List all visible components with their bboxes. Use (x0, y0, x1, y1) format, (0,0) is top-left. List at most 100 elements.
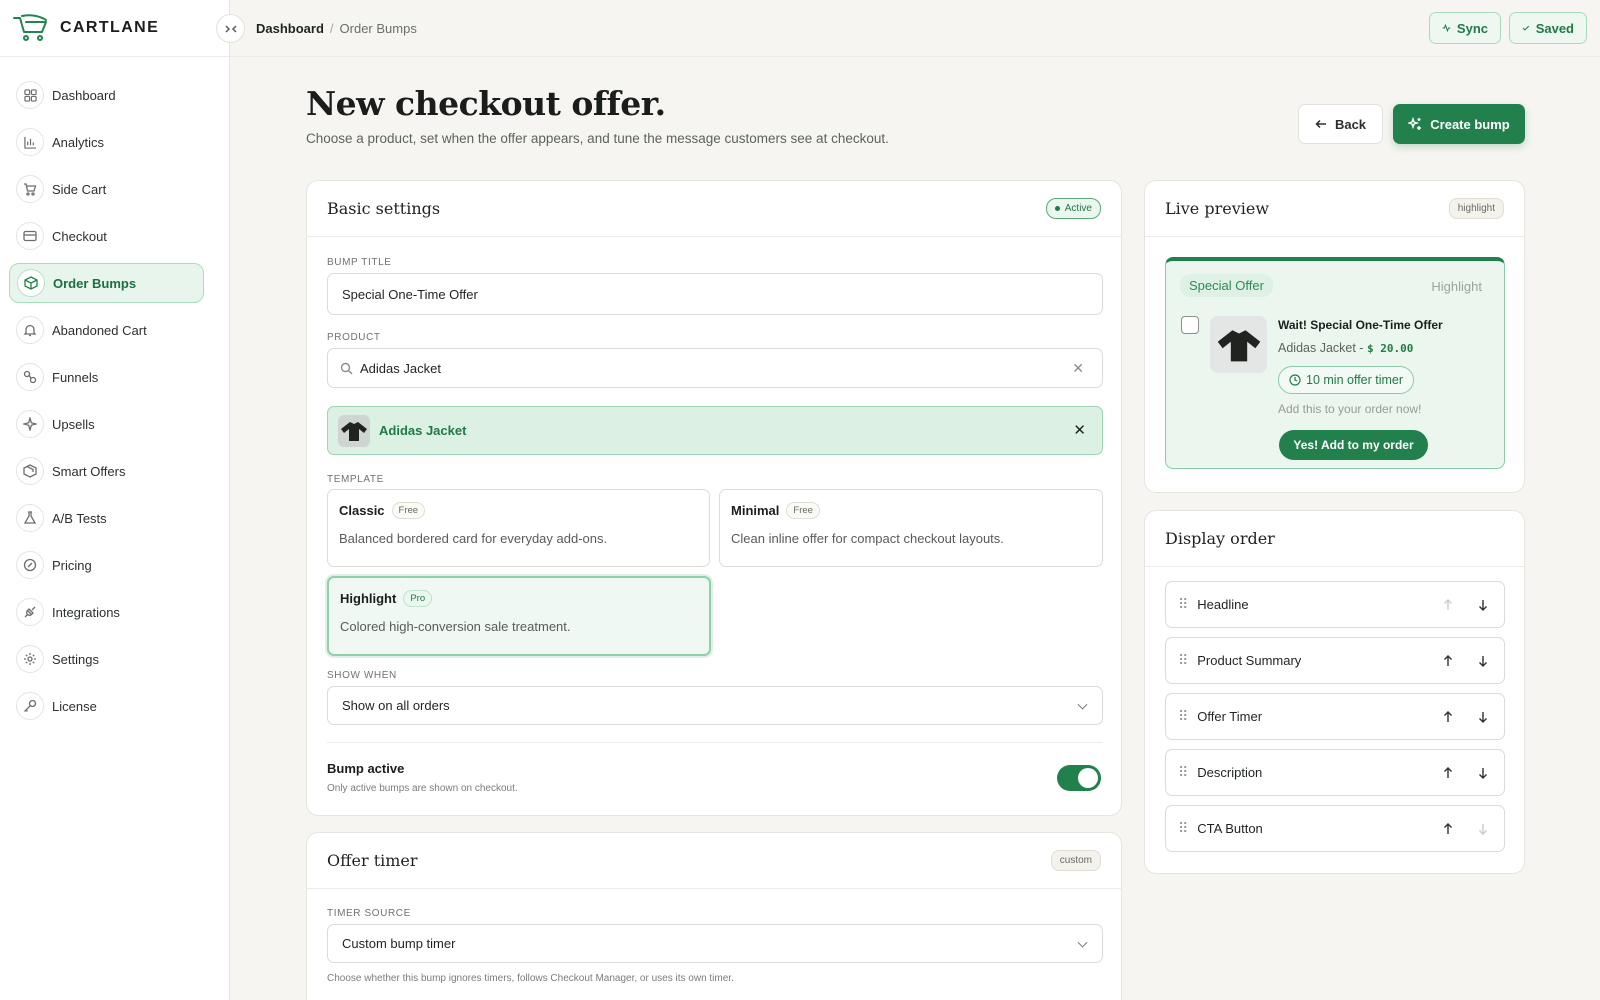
live-preview-title: Live preview (1165, 199, 1270, 218)
sidebar-item-dashboard[interactable]: Dashboard (9, 75, 204, 115)
sidebar-item-integrations[interactable]: Integrations (9, 592, 204, 632)
sidebar-item-label: Analytics (52, 134, 105, 150)
gear-icon (16, 645, 44, 673)
template-description: Clean inline offer for compact checkout … (731, 531, 1004, 546)
display-order-title: Display order (1165, 529, 1275, 548)
topbar: Dashboard / Order Bumps Sync Saved (230, 0, 1600, 57)
template-tag: Pro (403, 590, 433, 607)
move-down-icon[interactable] (1474, 708, 1492, 726)
live-preview-card: Live preview highlight Special Offer Hig… (1144, 180, 1525, 493)
move-up-icon[interactable] (1439, 764, 1457, 782)
preview-template-name: Highlight (1431, 279, 1482, 294)
key-icon (16, 692, 44, 720)
order-item-headline[interactable]: ⠿ Headline (1165, 581, 1505, 628)
sidebar-item-side-cart[interactable]: Side Cart (9, 169, 204, 209)
brand-name: CARTLANE (60, 19, 160, 36)
move-down-icon[interactable] (1474, 820, 1492, 838)
sidebar-item-label: Funnels (52, 369, 99, 385)
drag-handle-icon[interactable]: ⠿ (1178, 652, 1188, 669)
offer-preview: Special Offer Highlight Wait! Special On… (1165, 257, 1505, 469)
sidebar-item-analytics[interactable]: Analytics (9, 122, 204, 162)
order-item-cta-button[interactable]: ⠿ CTA Button (1165, 805, 1505, 852)
order-item-label: CTA Button (1197, 821, 1263, 836)
sidebar-item-order-bumps[interactable]: Order Bumps (9, 263, 204, 303)
sidebar-item-label: Upsells (52, 416, 95, 432)
offer-timer-card: Offer timer custom TIMER SOURCE Custom b… (306, 832, 1122, 1000)
sidebar: CARTLANE Dashboard Analytics Side Cart C… (0, 0, 230, 1000)
collapse-sidebar-button[interactable] (216, 14, 245, 43)
order-item-label: Offer Timer (1197, 709, 1263, 724)
sidebar-item-license[interactable]: License (9, 686, 204, 726)
move-down-icon[interactable] (1474, 652, 1492, 670)
add-offer-checkbox[interactable] (1181, 316, 1199, 334)
template-classic[interactable]: Classic Free Balanced bordered card for e… (327, 489, 710, 567)
clear-search-icon[interactable]: ✕ (1072, 360, 1084, 377)
sidebar-item-upsells[interactable]: Upsells (9, 404, 204, 444)
add-to-order-button[interactable]: Yes! Add to my order (1279, 430, 1428, 460)
order-item-offer-timer[interactable]: ⠿ Offer Timer (1165, 693, 1505, 740)
product-summary: Adidas Jacket - $ 20.00 (1278, 341, 1413, 355)
move-up-icon[interactable] (1439, 708, 1457, 726)
sidebar-item-ab-tests[interactable]: A/B Tests (9, 498, 204, 538)
drag-handle-icon[interactable]: ⠿ (1178, 820, 1188, 837)
arrow-left-icon (1315, 119, 1326, 129)
jacket-thumbnail (338, 415, 370, 447)
flask-icon (16, 504, 44, 532)
sidebar-item-funnels[interactable]: Funnels (9, 357, 204, 397)
jacket-icon (341, 422, 367, 441)
timer-source-select[interactable]: Custom bump timer (327, 924, 1103, 963)
bump-title-input[interactable]: Special One-Time Offer (327, 273, 1103, 315)
sidebar-item-label: Dashboard (52, 87, 116, 103)
order-item-product-summary[interactable]: ⠿ Product Summary (1165, 637, 1505, 684)
sidebar-item-settings[interactable]: Settings (9, 639, 204, 679)
back-button[interactable]: Back (1298, 104, 1383, 144)
status-badge: Active (1045, 198, 1101, 219)
template-name: Classic Free (339, 502, 698, 519)
bump-active-toggle[interactable] (1057, 765, 1101, 791)
template-highlight[interactable]: Highlight Pro Colored high-conversion sal… (327, 576, 711, 656)
sidebar-item-label: A/B Tests (52, 510, 107, 526)
template-title: Highlight (340, 591, 397, 606)
pulse-icon (1442, 23, 1451, 33)
sidebar-item-abandoned-cart[interactable]: Abandoned Cart (9, 310, 204, 350)
saved-button[interactable]: Saved (1509, 12, 1587, 44)
check-icon (1522, 25, 1530, 31)
preview-template-badge: highlight (1448, 198, 1504, 219)
create-bump-button[interactable]: Create bump (1393, 104, 1525, 144)
sidebar-item-smart-offers[interactable]: Smart Offers (9, 451, 204, 491)
sync-button[interactable]: Sync (1429, 12, 1501, 44)
sidebar-item-label: Abandoned Cart (52, 322, 147, 338)
badge-icon (16, 551, 44, 579)
move-down-icon[interactable] (1474, 596, 1492, 614)
move-up-icon[interactable] (1439, 820, 1457, 838)
funnel-icon (16, 363, 44, 391)
offer-timer-header: Offer timer custom (307, 833, 1121, 889)
order-item-description[interactable]: ⠿ Description (1165, 749, 1505, 796)
product-image (1210, 316, 1267, 373)
timer-source-label: TIMER SOURCE (327, 908, 411, 919)
brand: CARTLANE (0, 0, 229, 57)
move-up-icon[interactable] (1439, 596, 1457, 614)
sidebar-item-pricing[interactable]: Pricing (9, 545, 204, 585)
collapse-icon (224, 24, 237, 33)
basic-settings-title: Basic settings (327, 199, 441, 218)
display-order-card: Display order ⠿ Headline ⠿ Product Summary… (1144, 510, 1525, 874)
drag-handle-icon[interactable]: ⠿ (1178, 596, 1188, 613)
show-when-select[interactable]: Show on all orders (327, 686, 1103, 725)
product-price: $ 20.00 (1366, 342, 1414, 355)
move-up-icon[interactable] (1439, 652, 1457, 670)
drag-handle-icon[interactable]: ⠿ (1178, 764, 1188, 781)
order-item-label: Description (1197, 765, 1263, 780)
template-description: Balanced bordered card for everyday add-… (339, 531, 608, 546)
template-label: TEMPLATE (327, 474, 384, 485)
sidebar-item-checkout[interactable]: Checkout (9, 216, 204, 256)
product-search-input[interactable]: Adidas Jacket ✕ (327, 348, 1103, 388)
breadcrumb-dashboard[interactable]: Dashboard (256, 21, 324, 36)
template-name: Minimal Free (731, 502, 1091, 519)
template-minimal[interactable]: Minimal Free Clean inline offer for compa… (719, 489, 1103, 567)
order-item-label: Product Summary (1197, 653, 1302, 668)
drag-handle-icon[interactable]: ⠿ (1178, 708, 1188, 725)
cart-icon (16, 175, 44, 203)
remove-product-icon[interactable]: ✕ (1073, 421, 1086, 439)
move-down-icon[interactable] (1474, 764, 1492, 782)
